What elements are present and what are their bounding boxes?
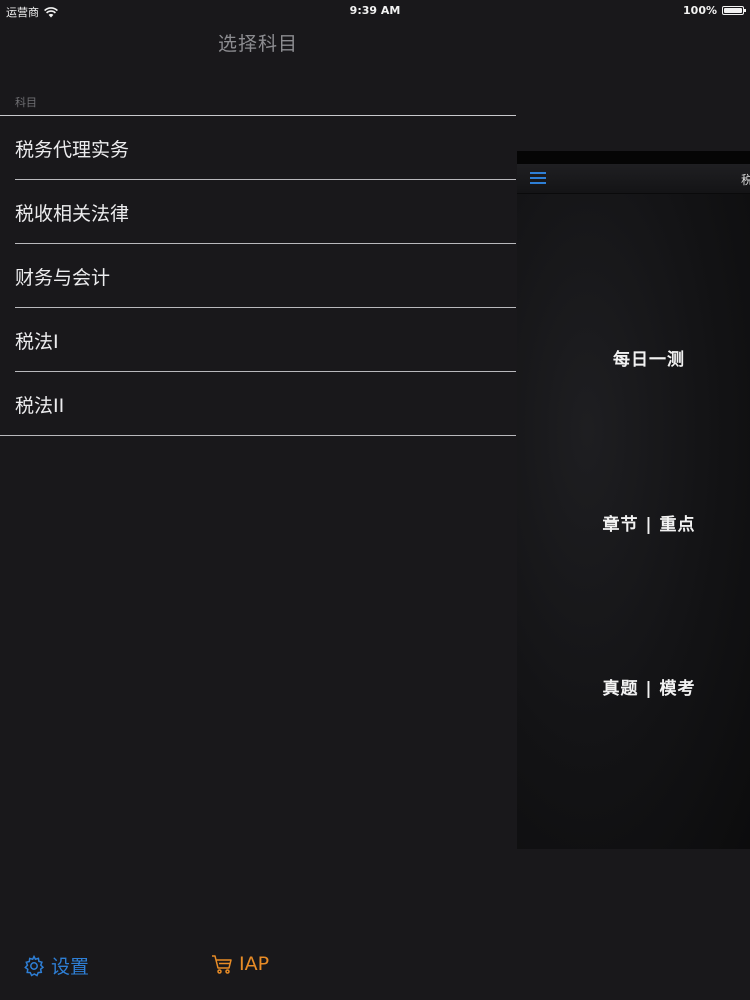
settings-button[interactable]: 设置: [22, 952, 89, 979]
detail-navbar: 税: [517, 164, 750, 194]
menu-icon[interactable]: [530, 172, 546, 186]
gear-icon: [24, 954, 45, 977]
bottom-toolbar: 设置 IAP: [0, 944, 516, 984]
detail-nav-title: 税: [741, 173, 750, 187]
section-header: 科目: [15, 96, 37, 109]
status-battery: 100%: [683, 4, 746, 17]
subject-item-finance-accounting[interactable]: 财务与会计: [0, 244, 516, 308]
iap-label: IAP: [239, 953, 270, 975]
subject-item-tax-related-law[interactable]: 税收相关法律: [0, 180, 516, 244]
battery-percent: 100%: [683, 4, 717, 17]
exam-mock-button[interactable]: 真题 | 模考: [517, 674, 750, 699]
subject-list: 税务代理实务 税收相关法律 财务与会计 税法I 税法II: [0, 115, 516, 436]
settings-label: 设置: [51, 956, 90, 978]
page-title: 选择科目: [217, 33, 298, 55]
detail-panel: 税 每日一测 章节 | 重点 真题 | 模考: [517, 151, 750, 849]
battery-icon: [722, 6, 746, 15]
chapter-focus-button[interactable]: 章节 | 重点: [517, 510, 750, 535]
status-time: 9:39 AM: [349, 4, 401, 17]
subject-item-tax-law-1[interactable]: 税法I: [0, 308, 516, 372]
cart-icon: [212, 955, 232, 974]
iap-button[interactable]: IAP: [210, 952, 269, 976]
status-bar: 运营商 9:39 AM 100%: [0, 0, 750, 22]
detail-top-strip: [517, 151, 750, 164]
daily-test-button[interactable]: 每日一测: [517, 345, 750, 370]
subject-item-tax-law-2[interactable]: 税法II: [0, 372, 516, 436]
subject-item-tax-agency-practice[interactable]: 税务代理实务: [0, 116, 516, 180]
